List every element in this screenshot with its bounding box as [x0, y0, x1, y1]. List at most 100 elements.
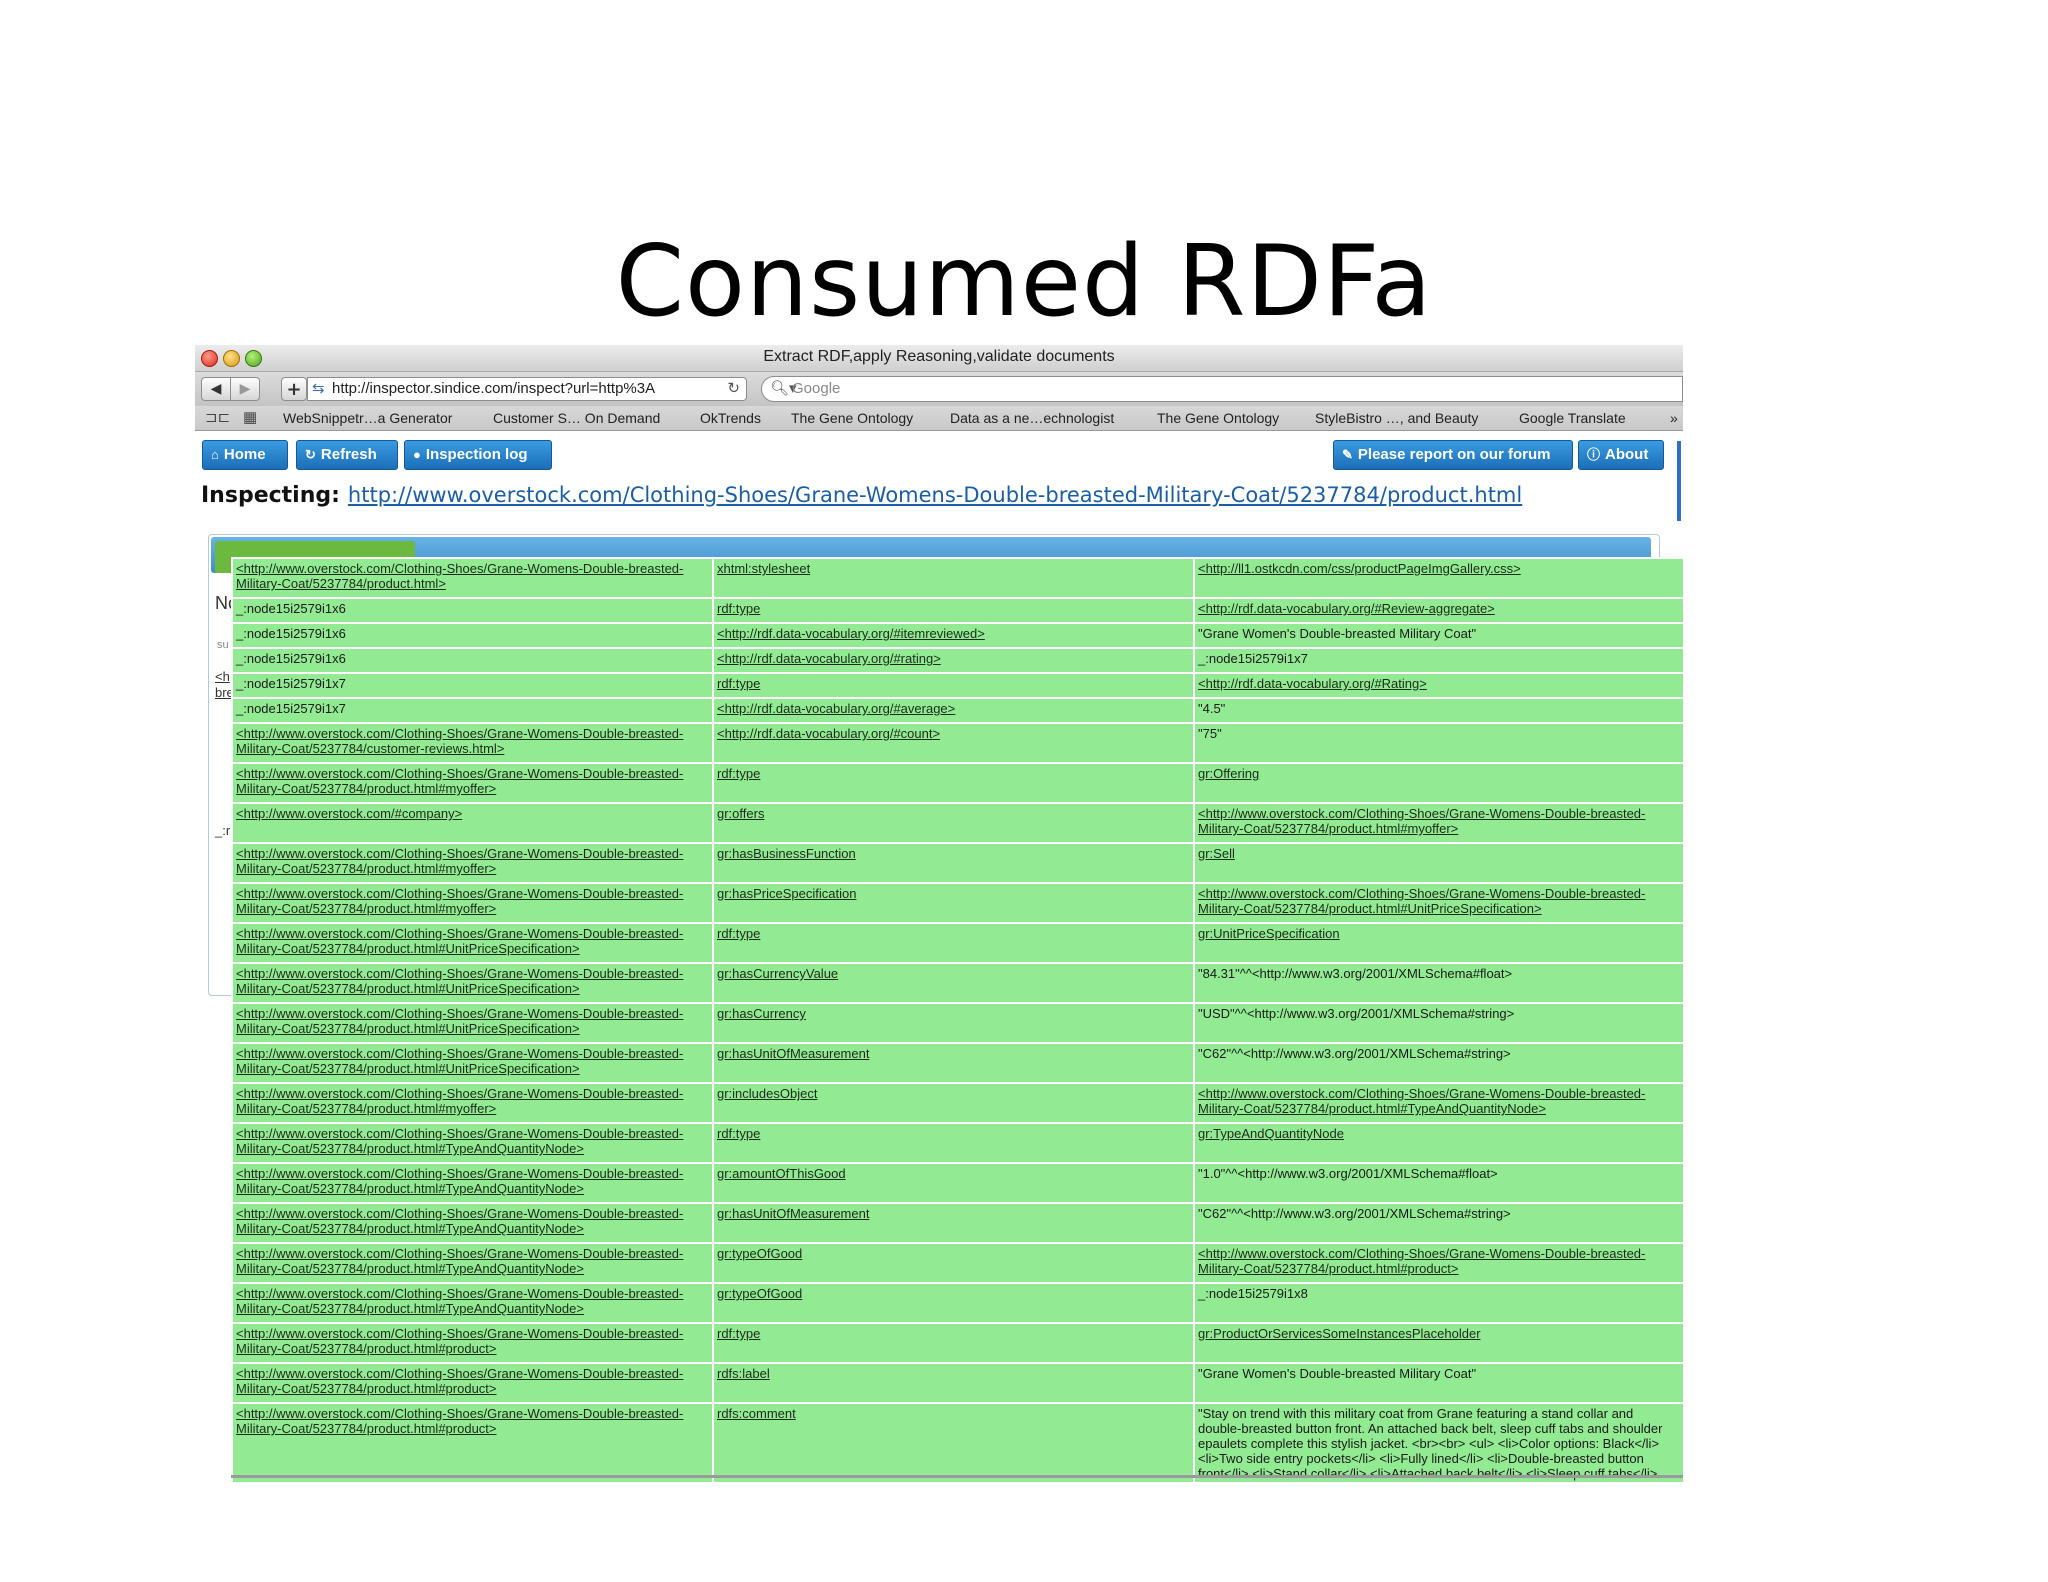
- predicate-cell[interactable]: gr:typeOfGood: [712, 1242, 1195, 1284]
- bookmark-item[interactable]: Data as a ne…echnologist: [950, 410, 1114, 426]
- predicate-cell[interactable]: rdf:type: [712, 672, 1195, 699]
- object-cell: "75": [1193, 722, 1683, 764]
- top-sites-icon[interactable]: ▦: [243, 408, 257, 426]
- predicate-cell[interactable]: rdf:type: [712, 762, 1195, 804]
- add-bookmark-button[interactable]: +: [281, 377, 307, 401]
- triple-row: <http://www.overstock.com/Clothing-Shoes…: [231, 922, 1683, 964]
- predicate-cell[interactable]: gr:hasUnitOfMeasurement: [712, 1202, 1195, 1244]
- triple-row: <http://www.overstock.com/Clothing-Shoes…: [231, 962, 1683, 1004]
- subject-cell[interactable]: <http://www.overstock.com/Clothing-Shoes…: [231, 842, 714, 884]
- bookmark-item[interactable]: Google Translate: [1519, 410, 1626, 426]
- object-cell[interactable]: <http://ll1.ostkcdn.com/css/productPageI…: [1193, 557, 1683, 599]
- object-cell[interactable]: <http://rdf.data-vocabulary.org/#Review-…: [1193, 597, 1683, 624]
- predicate-cell[interactable]: gr:hasBusinessFunction: [712, 842, 1195, 884]
- subject-cell[interactable]: _:node15i2579i1x6: [231, 597, 714, 624]
- reading-list-icon[interactable]: ⊐⊏: [205, 408, 230, 426]
- predicate-cell[interactable]: rdfs:label: [712, 1362, 1195, 1404]
- bookmark-item[interactable]: StyleBistro …, and Beauty: [1315, 410, 1478, 426]
- subject-cell[interactable]: <http://www.overstock.com/Clothing-Shoes…: [231, 1242, 714, 1284]
- inspected-url-link[interactable]: http://www.overstock.com/Clothing-Shoes/…: [348, 483, 1522, 507]
- object-cell[interactable]: <http://www.overstock.com/Clothing-Shoes…: [1193, 1082, 1683, 1124]
- object-cell[interactable]: gr:Sell: [1193, 842, 1683, 884]
- subject-cell[interactable]: <http://www.overstock.com/Clothing-Shoes…: [231, 1042, 714, 1084]
- object-cell: "C62"^^<http://www.w3.org/2001/XMLSchema…: [1193, 1042, 1683, 1084]
- forward-button[interactable]: ▶: [230, 377, 260, 401]
- triple-row: <http://www.overstock.com/Clothing-Shoes…: [231, 882, 1683, 924]
- bookmark-item[interactable]: OkTrends: [700, 410, 761, 426]
- subject-cell[interactable]: _:node15i2579i1x7: [231, 697, 714, 724]
- object-cell[interactable]: gr:UnitPriceSpecification: [1193, 922, 1683, 964]
- subject-cell[interactable]: <http://www.overstock.com/Clothing-Shoes…: [231, 762, 714, 804]
- object-cell: "Stay on trend with this military coat f…: [1193, 1402, 1683, 1482]
- predicate-cell[interactable]: rdf:type: [712, 922, 1195, 964]
- subject-cell[interactable]: <http://www.overstock.com/Clothing-Shoes…: [231, 1402, 714, 1482]
- predicate-cell[interactable]: gr:hasPriceSpecification: [712, 882, 1195, 924]
- home-button[interactable]: ⌂ Home: [202, 440, 288, 470]
- address-bar[interactable]: ⇆ http://inspector.sindice.com/inspect?u…: [307, 377, 747, 401]
- search-field[interactable]: 🔍︎▾ Google: [761, 376, 1683, 402]
- object-cell: "1.0"^^<http://www.w3.org/2001/XMLSchema…: [1193, 1162, 1683, 1204]
- predicate-cell[interactable]: gr:includesObject: [712, 1082, 1195, 1124]
- address-text: http://inspector.sindice.com/inspect?url…: [332, 380, 656, 397]
- bookmark-item[interactable]: The Gene Ontology: [791, 410, 913, 426]
- subject-cell[interactable]: _:node15i2579i1x6: [231, 647, 714, 674]
- back-button[interactable]: ◀: [201, 377, 231, 401]
- predicate-cell[interactable]: gr:hasCurrency: [712, 1002, 1195, 1044]
- predicate-cell[interactable]: <http://rdf.data-vocabulary.org/#count>: [712, 722, 1195, 764]
- bookmark-item[interactable]: The Gene Ontology: [1157, 410, 1279, 426]
- window-title: Extract RDF,apply Reasoning,validate doc…: [763, 348, 1115, 365]
- bookmark-item[interactable]: Customer S… On Demand: [493, 410, 660, 426]
- object-cell[interactable]: gr:ProductOrServicesSomeInstancesPlaceho…: [1193, 1322, 1683, 1364]
- site-icon: ⇆: [312, 380, 325, 397]
- about-button[interactable]: ⓘ About: [1578, 440, 1664, 470]
- refresh-button[interactable]: ↻ Refresh: [296, 440, 398, 470]
- predicate-cell[interactable]: <http://rdf.data-vocabulary.org/#itemrev…: [712, 622, 1195, 649]
- inspection-log-button[interactable]: ● Inspection log: [404, 440, 552, 470]
- object-cell[interactable]: <http://www.overstock.com/Clothing-Shoes…: [1193, 1242, 1683, 1284]
- subject-cell[interactable]: <http://www.overstock.com/Clothing-Shoes…: [231, 1282, 714, 1324]
- object-cell[interactable]: gr:Offering: [1193, 762, 1683, 804]
- subject-cell[interactable]: <http://www.overstock.com/#company>: [231, 802, 714, 844]
- subject-cell[interactable]: <http://www.overstock.com/Clothing-Shoes…: [231, 722, 714, 764]
- predicate-cell[interactable]: gr:amountOfThisGood: [712, 1162, 1195, 1204]
- object-cell[interactable]: <http://www.overstock.com/Clothing-Shoes…: [1193, 882, 1683, 924]
- predicate-cell[interactable]: rdfs:comment: [712, 1402, 1195, 1482]
- predicate-cell[interactable]: <http://rdf.data-vocabulary.org/#average…: [712, 697, 1195, 724]
- predicate-cell[interactable]: rdf:type: [712, 1122, 1195, 1164]
- subject-cell[interactable]: <http://www.overstock.com/Clothing-Shoes…: [231, 962, 714, 1004]
- predicate-cell[interactable]: rdf:type: [712, 1322, 1195, 1364]
- object-cell: "C62"^^<http://www.w3.org/2001/XMLSchema…: [1193, 1202, 1683, 1244]
- subject-cell[interactable]: <http://www.overstock.com/Clothing-Shoes…: [231, 1322, 714, 1364]
- background-text-fragment: <h: [215, 669, 230, 684]
- predicate-cell[interactable]: <http://rdf.data-vocabulary.org/#rating>: [712, 647, 1195, 674]
- subject-cell[interactable]: _:node15i2579i1x7: [231, 672, 714, 699]
- object-cell[interactable]: gr:TypeAndQuantityNode: [1193, 1122, 1683, 1164]
- subject-cell[interactable]: <http://www.overstock.com/Clothing-Shoes…: [231, 922, 714, 964]
- predicate-cell[interactable]: gr:hasUnitOfMeasurement: [712, 1042, 1195, 1084]
- subject-cell[interactable]: <http://www.overstock.com/Clothing-Shoes…: [231, 1082, 714, 1124]
- predicate-cell[interactable]: xhtml:stylesheet: [712, 557, 1195, 599]
- predicate-cell[interactable]: gr:hasCurrencyValue: [712, 962, 1195, 1004]
- predicate-cell[interactable]: rdf:type: [712, 597, 1195, 624]
- predicate-cell[interactable]: gr:typeOfGood: [712, 1282, 1195, 1324]
- object-cell[interactable]: <http://rdf.data-vocabulary.org/#Rating>: [1193, 672, 1683, 699]
- reload-icon[interactable]: ↻: [724, 378, 740, 400]
- report-forum-button[interactable]: ✎ Please report on our forum: [1333, 440, 1573, 470]
- triple-row: <http://www.overstock.com/Clothing-Shoes…: [231, 1002, 1683, 1044]
- predicate-cell[interactable]: gr:offers: [712, 802, 1195, 844]
- subject-cell[interactable]: <http://www.overstock.com/Clothing-Shoes…: [231, 882, 714, 924]
- bookmarks-overflow-icon[interactable]: »: [1670, 410, 1678, 426]
- bookmark-item[interactable]: WebSnippetr…a Generator: [283, 410, 452, 426]
- scrollbar[interactable]: [1677, 441, 1681, 521]
- object-cell[interactable]: <http://www.overstock.com/Clothing-Shoes…: [1193, 802, 1683, 844]
- subject-cell[interactable]: <http://www.overstock.com/Clothing-Shoes…: [231, 1002, 714, 1044]
- subject-cell[interactable]: <http://www.overstock.com/Clothing-Shoes…: [231, 557, 714, 599]
- object-cell: "Grane Women's Double-breasted Military …: [1193, 622, 1683, 649]
- object-cell: _:node15i2579i1x7: [1193, 647, 1683, 674]
- subject-cell[interactable]: <http://www.overstock.com/Clothing-Shoes…: [231, 1202, 714, 1244]
- subject-cell[interactable]: <http://www.overstock.com/Clothing-Shoes…: [231, 1362, 714, 1404]
- background-text-fragment: su: [217, 639, 229, 651]
- subject-cell[interactable]: <http://www.overstock.com/Clothing-Shoes…: [231, 1162, 714, 1204]
- subject-cell[interactable]: <http://www.overstock.com/Clothing-Shoes…: [231, 1122, 714, 1164]
- subject-cell[interactable]: _:node15i2579i1x6: [231, 622, 714, 649]
